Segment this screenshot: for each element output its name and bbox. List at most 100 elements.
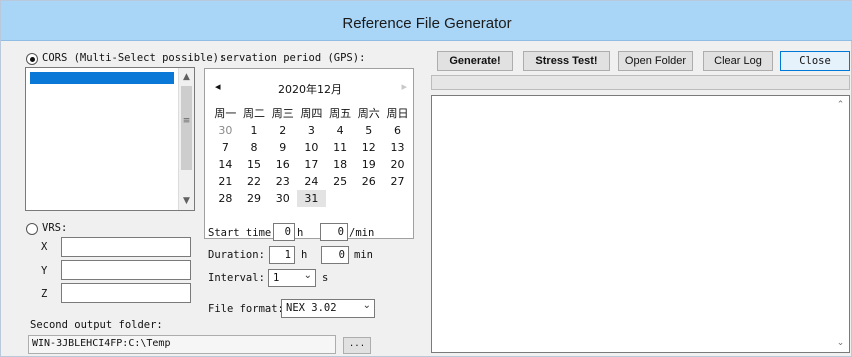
calendar-day[interactable]: 3	[297, 122, 326, 139]
chevron-up-icon[interactable]: ⌃	[833, 98, 848, 112]
file-format-label: File format:	[208, 303, 284, 315]
stress-test-button[interactable]: Stress Test!	[523, 51, 610, 71]
weekday-label: 周三	[271, 107, 294, 120]
start-hour-value: 0	[284, 226, 291, 238]
calendar-day[interactable]: 25	[326, 173, 355, 190]
calendar-day[interactable]: 4	[326, 122, 355, 139]
open-folder-button[interactable]: Open Folder	[618, 51, 693, 71]
calendar-day[interactable]: 30	[268, 190, 297, 207]
calendar-week: 30 1 2 3 4 5 6	[211, 122, 415, 139]
observation-period-label: servation period (GPS):	[220, 52, 366, 64]
calendar-day[interactable]: 1	[240, 122, 269, 139]
selected-list-item[interactable]	[30, 72, 174, 84]
browse-button[interactable]: ...	[343, 337, 371, 354]
calendar-day[interactable]: 11	[326, 139, 355, 156]
weekday-label: 周日	[386, 107, 409, 120]
clear-log-button[interactable]: Clear Log	[703, 51, 773, 71]
vrs-label: VRS:	[42, 222, 68, 234]
calendar-day[interactable]: 20	[383, 156, 412, 173]
start-hour-input[interactable]: 0	[273, 223, 295, 241]
chevron-up-icon[interactable]: ▲	[179, 70, 194, 84]
file-format-select[interactable]: NEX 3.02 ⌄	[281, 299, 375, 318]
calendar-day[interactable]: 18	[326, 156, 355, 173]
calendar-day[interactable]: 28	[211, 190, 240, 207]
log-textarea[interactable]: ⌃ ⌄	[431, 95, 850, 353]
calendar-day-today[interactable]: 31	[297, 190, 326, 207]
chevron-down-icon[interactable]: ▼	[179, 194, 194, 208]
weekday-label: 周四	[300, 107, 323, 120]
calendar-day[interactable]: 17	[297, 156, 326, 173]
app-window: Reference File Generator CORS (Multi-Sel…	[0, 0, 852, 357]
scroll-thumb[interactable]	[181, 86, 192, 170]
calendar-day[interactable]: 22	[240, 173, 269, 190]
calendar-month-label[interactable]: 2020年12月	[205, 81, 415, 97]
calendar-day[interactable]: 2	[268, 122, 297, 139]
month-calendar[interactable]: ◂ 2020年12月 ▸ 周一 周二 周三 周四 周五 周六 周日 30 1 2…	[204, 68, 414, 239]
duration-minute-value: 0	[338, 249, 345, 261]
vrs-radio[interactable]	[26, 223, 38, 235]
cors-radio[interactable]	[26, 53, 38, 65]
calendar-day[interactable]: 30	[211, 122, 240, 139]
interval-unit: s	[322, 272, 329, 284]
second-output-folder-field[interactable]: WIN-3JBLEHCI4FP:C:\Temp	[28, 335, 336, 354]
calendar-day[interactable]: 16	[268, 156, 297, 173]
duration-hour-unit: h	[301, 249, 308, 261]
start-minute-input[interactable]: 0	[320, 223, 348, 241]
y-coordinate-input[interactable]	[61, 260, 191, 280]
interval-value: 1	[273, 272, 280, 284]
calendar-day[interactable]: 8	[240, 139, 269, 156]
calendar-day[interactable]: 12	[354, 139, 383, 156]
calendar-grid: 周一 周二 周三 周四 周五 周六 周日 30 1 2 3 4 5 6 7 8 …	[211, 105, 415, 207]
z-coordinate-input[interactable]	[61, 283, 191, 303]
cors-list-scrollbar[interactable]: ▲ ≡ ▼	[178, 68, 194, 210]
calendar-day[interactable]: 5	[354, 122, 383, 139]
weekday-label: 周五	[329, 107, 352, 120]
log-scrollbar[interactable]: ⌃ ⌄	[833, 96, 849, 352]
duration-hour-value: 1	[284, 249, 291, 261]
calendar-day[interactable]: 29	[240, 190, 269, 207]
chevron-down-icon: ⌄	[303, 270, 312, 281]
calendar-day[interactable]: 9	[268, 139, 297, 156]
calendar-day[interactable]: 13	[383, 139, 412, 156]
duration-label: Duration:	[208, 249, 265, 261]
duration-minute-input[interactable]: 0	[321, 246, 349, 264]
calendar-day[interactable]: 19	[354, 156, 383, 173]
interval-select[interactable]: 1 ⌄	[268, 269, 316, 287]
weekday-label: 周二	[243, 107, 266, 120]
progress-bar	[431, 75, 850, 90]
x-label: X	[41, 241, 48, 253]
calendar-day[interactable]: 24	[297, 173, 326, 190]
grip-icon: ≡	[182, 116, 191, 126]
generate-button[interactable]: Generate!	[437, 51, 513, 71]
calendar-week: 28 29 30 31	[211, 190, 415, 207]
second-output-label: Second output folder:	[30, 319, 163, 331]
next-month-icon[interactable]: ▸	[401, 80, 407, 93]
start-minute-unit: /min	[349, 227, 375, 239]
weekday-label: 周一	[214, 107, 237, 120]
cors-label: CORS (Multi-Select possible):	[42, 52, 226, 64]
calendar-day[interactable]: 14	[211, 156, 240, 173]
calendar-day[interactable]: 6	[383, 122, 412, 139]
file-format-value: NEX 3.02	[286, 302, 337, 314]
calendar-header: ◂ 2020年12月 ▸	[205, 79, 415, 97]
calendar-day[interactable]: 15	[240, 156, 269, 173]
interval-label: Interval:	[208, 272, 265, 284]
chevron-down-icon[interactable]: ⌄	[833, 336, 848, 350]
calendar-day[interactable]: 26	[354, 173, 383, 190]
close-button[interactable]: Close	[780, 51, 850, 71]
duration-minute-unit: min	[354, 249, 373, 261]
calendar-week: 7 8 9 10 11 12 13	[211, 139, 415, 156]
calendar-day[interactable]: 7	[211, 139, 240, 156]
calendar-day[interactable]: 27	[383, 173, 412, 190]
z-label: Z	[41, 288, 48, 300]
calendar-day[interactable]: 21	[211, 173, 240, 190]
duration-hour-input[interactable]: 1	[269, 246, 295, 264]
calendar-day[interactable]: 10	[297, 139, 326, 156]
window-title: Reference File Generator	[342, 15, 512, 32]
start-hour-unit: h	[297, 227, 304, 239]
cors-listbox[interactable]: ▲ ≡ ▼	[25, 67, 195, 211]
calendar-day[interactable]: 23	[268, 173, 297, 190]
x-coordinate-input[interactable]	[61, 237, 191, 257]
weekday-label: 周六	[357, 107, 380, 120]
calendar-week: 14 15 16 17 18 19 20	[211, 156, 415, 173]
